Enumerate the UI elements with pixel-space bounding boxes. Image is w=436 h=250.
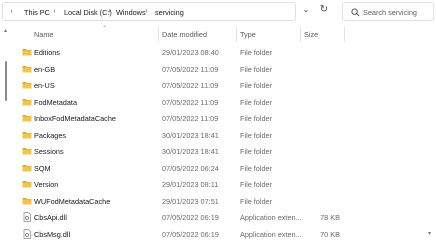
breadcrumb-local-disk[interactable]: Local Disk (C:) (64, 8, 112, 17)
file-type: File folder (240, 64, 273, 74)
file-row[interactable]: Editions 29/01/2023 08:40 File folder (14, 44, 436, 61)
file-date: 07/05/2022 06:19 (162, 229, 219, 239)
file-row[interactable]: FodMetadata 07/05/2022 11:09 File folder (14, 94, 436, 111)
dll-file-icon (23, 212, 31, 222)
column-header-size[interactable]: Size (304, 30, 318, 39)
file-date: 07/05/2022 11:09 (162, 97, 219, 107)
file-row[interactable]: Version 29/01/2023 08:11 File folder (14, 176, 436, 193)
search-box[interactable]: Search servicing (342, 2, 434, 21)
file-date: 07/05/2022 06:19 (162, 213, 219, 222)
folder-icon (22, 148, 32, 155)
column-header-type[interactable]: Type (240, 30, 256, 39)
file-date: 07/05/2022 06:24 (162, 163, 219, 173)
file-row[interactable]: SQM 07/05/2022 06:24 File folder (14, 160, 436, 177)
column-divider[interactable] (236, 27, 237, 42)
chevron-right-icon[interactable]: › (51, 8, 58, 16)
file-name: Editions (34, 48, 60, 57)
file-type: File folder (240, 48, 273, 57)
scroll-up-icon[interactable]: ▴ (4, 27, 7, 34)
file-name: CbsApi.dll (34, 213, 67, 222)
file-name: en-US (34, 81, 55, 90)
folder-icon (22, 197, 32, 204)
address-bar[interactable]: › This PC › Local Disk (C:) › Windows › … (2, 2, 296, 21)
file-row[interactable]: InboxFodMetadataCache 07/05/2022 11:09 F… (14, 110, 436, 127)
file-date: 30/01/2023 18:41 (162, 130, 219, 140)
column-header: ⌃ Name Date modified Type Size (14, 25, 436, 44)
file-size: 70 KB (320, 229, 340, 239)
file-type: Application exten... (240, 213, 302, 222)
file-row[interactable]: Packages 30/01/2023 18:41 File folder (14, 127, 436, 144)
folder-icon (22, 131, 32, 138)
nav-pane-scrollbar[interactable]: ▴ (0, 25, 14, 250)
chevron-down-icon[interactable]: ⌄ (301, 5, 311, 15)
file-name: WUFodMetadataCache (34, 196, 111, 206)
sort-ascending-icon: ⌃ (102, 26, 108, 32)
file-row[interactable]: WUFodMetadataCache 29/01/2023 07:51 File… (14, 193, 436, 210)
folder-icon (22, 98, 32, 105)
column-header-name[interactable]: Name (34, 30, 53, 39)
folder-icon (22, 181, 32, 188)
scroll-down-icon[interactable]: ▾ (428, 230, 431, 237)
file-row[interactable]: Sessions 30/01/2023 18:41 File folder (14, 143, 436, 160)
file-name: Version (34, 180, 59, 189)
breadcrumb-this-pc[interactable]: This PC (24, 8, 50, 17)
chevron-right-icon[interactable]: › (143, 8, 150, 16)
file-date: 07/05/2022 11:09 (162, 114, 219, 123)
file-name: en-GB (34, 64, 56, 74)
file-date: 07/05/2022 11:09 (162, 81, 219, 90)
file-name: Sessions (34, 147, 64, 156)
folder-icon (22, 49, 32, 56)
file-date: 29/01/2023 08:40 (162, 48, 219, 57)
column-divider[interactable] (300, 27, 301, 42)
folder-icon (22, 115, 32, 122)
file-date: 29/01/2023 08:11 (162, 180, 219, 189)
file-date: 29/01/2023 07:51 (162, 196, 219, 206)
file-row[interactable]: CbsApi.dll 07/05/2022 06:19 Application … (14, 209, 436, 226)
file-row[interactable]: CbsMsg.dll 07/05/2022 06:19 Application … (14, 226, 436, 243)
file-type: File folder (240, 147, 273, 156)
file-row[interactable]: en-GB 07/05/2022 11:09 File folder (14, 61, 436, 78)
folder-icon (22, 82, 32, 89)
file-name: CbsMsg.dll (34, 229, 71, 239)
file-date: 30/01/2023 18:41 (162, 147, 219, 156)
breadcrumb-servicing[interactable]: servicing (155, 8, 184, 17)
file-type: Application exten... (240, 229, 302, 239)
folder-icon (22, 65, 32, 72)
file-type: File folder (240, 196, 273, 206)
address-toolbar: › This PC › Local Disk (C:) › Windows › … (0, 0, 436, 25)
refresh-icon[interactable]: ↻ (318, 4, 330, 16)
file-type: File folder (240, 81, 273, 90)
file-type: File folder (240, 97, 273, 107)
column-header-date[interactable]: Date modified (162, 30, 207, 39)
chevron-right-icon[interactable]: › (8, 8, 15, 16)
file-type: File folder (240, 114, 273, 123)
file-type: File folder (240, 163, 273, 173)
column-divider[interactable] (344, 27, 345, 42)
file-type: File folder (240, 130, 273, 140)
file-date: 07/05/2022 11:09 (162, 64, 219, 74)
search-icon (351, 8, 360, 17)
file-name: FodMetadata (34, 97, 77, 107)
chevron-right-icon[interactable]: › (106, 8, 113, 16)
breadcrumb-windows[interactable]: Windows (116, 8, 146, 17)
file-name: SQM (34, 163, 51, 173)
file-row[interactable]: en-US 07/05/2022 11:09 File folder (14, 77, 436, 94)
file-name: Packages (34, 130, 67, 140)
folder-icon (22, 164, 32, 171)
file-type: File folder (240, 180, 273, 189)
dll-file-icon (23, 228, 31, 239)
file-name: InboxFodMetadataCache (34, 114, 116, 123)
scrollbar-thumb[interactable] (5, 61, 7, 101)
file-size: 78 KB (320, 213, 340, 222)
search-input[interactable]: Search servicing (363, 8, 417, 17)
column-divider[interactable] (158, 27, 159, 42)
